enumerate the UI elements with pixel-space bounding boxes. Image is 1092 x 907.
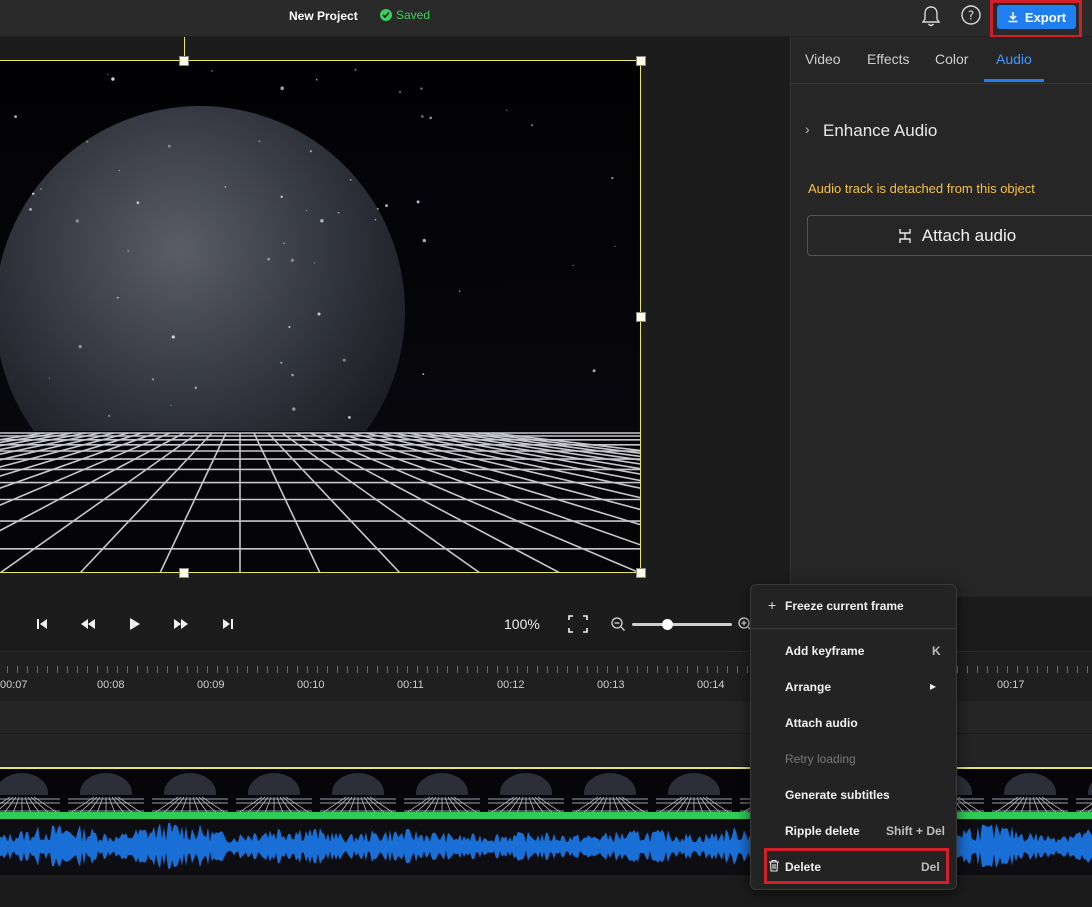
rewind-icon[interactable] xyxy=(79,615,97,633)
clip-thumbnail xyxy=(652,769,736,816)
saved-label: Saved xyxy=(396,8,431,22)
plus-icon: + xyxy=(768,597,777,613)
attach-link-icon xyxy=(899,228,911,243)
selection-frame xyxy=(0,60,641,573)
panel-divider xyxy=(791,83,1092,84)
zoom-slider-handle[interactable] xyxy=(662,619,673,630)
active-tab-indicator xyxy=(984,79,1044,82)
resize-handle-top-right[interactable] xyxy=(636,56,646,66)
help-icon[interactable]: ? xyxy=(960,4,982,26)
clip-thumbnail xyxy=(232,769,316,816)
clip-thumbnail xyxy=(1072,769,1092,816)
menu-item-generate-subtitles[interactable]: Generate subtitles xyxy=(785,788,890,802)
saved-status: Saved xyxy=(380,8,430,22)
download-icon xyxy=(1008,12,1018,23)
menu-item-arrange[interactable]: Arrange xyxy=(785,680,831,694)
tab-video[interactable]: Video xyxy=(805,51,841,67)
fast-forward-icon[interactable] xyxy=(172,615,190,633)
resize-handle-bottom-right[interactable] xyxy=(636,568,646,578)
project-title[interactable]: New Project xyxy=(289,9,358,23)
zoom-slider-track[interactable] xyxy=(632,623,732,626)
menu-divider xyxy=(752,628,955,629)
delete-highlight-box xyxy=(764,848,949,884)
submenu-arrow-icon: ▸ xyxy=(930,679,937,693)
zoom-percentage[interactable]: 100% xyxy=(504,616,540,632)
check-circle-icon xyxy=(380,9,392,21)
menu-item-retry-loading: Retry loading xyxy=(785,752,856,766)
export-label: Export xyxy=(1024,9,1067,25)
tab-effects[interactable]: Effects xyxy=(867,51,910,67)
menu-item-ripple-delete[interactable]: Ripple delete xyxy=(785,824,860,838)
clip-thumbnail xyxy=(484,769,568,816)
clip-thumbnail xyxy=(316,769,400,816)
menu-item-freeze-frame[interactable]: Freeze current frame xyxy=(785,599,904,613)
clip-thumbnail xyxy=(988,769,1072,816)
attach-audio-label: Attach audio xyxy=(921,225,1017,245)
tab-audio[interactable]: Audio xyxy=(996,51,1032,67)
notification-bell-icon[interactable] xyxy=(920,4,942,28)
skip-to-start-icon[interactable] xyxy=(33,615,51,633)
attach-audio-button[interactable]: Attach audio xyxy=(807,215,1092,256)
menu-item-add-keyframe[interactable]: Add keyframe xyxy=(785,644,864,658)
fullscreen-icon[interactable] xyxy=(567,614,589,634)
menu-item-attach-audio[interactable]: Attach audio xyxy=(785,716,858,730)
skip-to-end-icon[interactable] xyxy=(219,615,237,633)
play-icon[interactable] xyxy=(125,615,143,633)
audio-detached-warning: Audio track is detached from this object xyxy=(808,181,1035,196)
shortcut-shift-del: Shift + Del xyxy=(886,824,946,838)
clip-thumbnail xyxy=(148,769,232,816)
svg-text:?: ? xyxy=(968,9,974,23)
clip-thumbnail xyxy=(568,769,652,816)
shortcut-k: K xyxy=(932,644,941,658)
clip-thumbnail xyxy=(0,769,64,816)
clip-thumbnail xyxy=(64,769,148,816)
enhance-audio-section-title[interactable]: Enhance Audio xyxy=(823,121,937,141)
zoom-out-icon[interactable] xyxy=(610,616,626,632)
resize-handle-bottom[interactable] xyxy=(179,568,189,578)
export-button[interactable]: Export xyxy=(997,5,1076,29)
resize-handle-top[interactable] xyxy=(179,56,189,66)
chevron-right-icon[interactable]: › xyxy=(805,121,810,137)
resize-handle-right[interactable] xyxy=(636,312,646,322)
clip-thumbnail xyxy=(400,769,484,816)
tab-color[interactable]: Color xyxy=(935,51,968,67)
context-menu xyxy=(750,584,957,890)
